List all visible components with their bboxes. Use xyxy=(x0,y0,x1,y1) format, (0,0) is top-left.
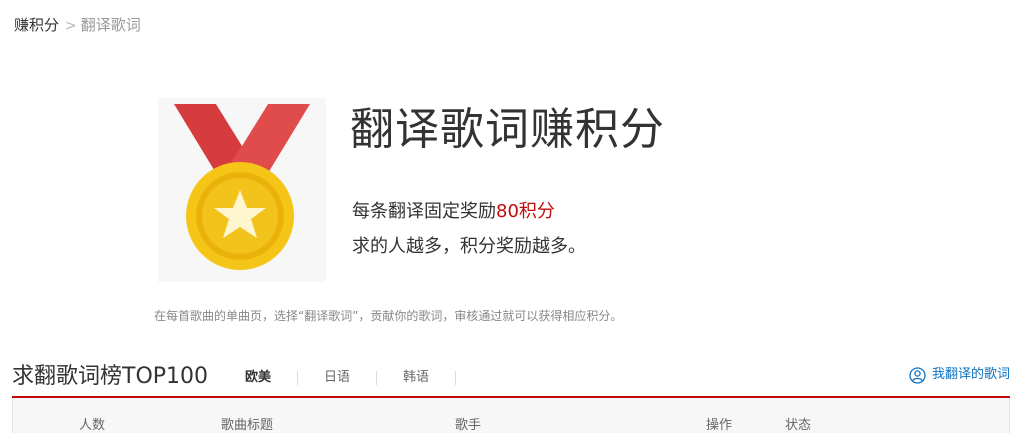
reward-description: 每条翻译固定奖励80积分 xyxy=(352,198,555,226)
medal-illustration xyxy=(158,98,326,282)
language-tabs: 欧美 日语 韩语 xyxy=(245,366,482,390)
column-status: 状态 xyxy=(785,418,812,433)
reward-rule: 求的人越多，积分奖励越多。 xyxy=(352,236,586,257)
breadcrumb-current-page: 翻译歌词 xyxy=(80,16,141,34)
hero-title: 翻译歌词赚积分 xyxy=(350,104,665,155)
tab-japanese[interactable]: 日语 xyxy=(324,366,350,390)
column-song-title: 歌曲标题 xyxy=(221,418,274,433)
gold-star-medal-icon xyxy=(174,104,310,270)
instruction-note: 在每首歌曲的单曲页，选择“翻译歌词”，贡献你的歌词，审核通过就可以获得相应积分。 xyxy=(154,309,623,323)
ranking-title: 求翻歌词榜TOP100 xyxy=(12,364,209,389)
my-translations-label: 我翻译的歌词 xyxy=(931,367,1010,382)
column-action: 操作 xyxy=(706,418,733,433)
column-artist: 歌手 xyxy=(455,418,482,433)
tab-divider xyxy=(455,371,457,385)
tab-divider xyxy=(297,371,299,385)
user-icon xyxy=(909,366,926,384)
breadcrumb-earn-points-link[interactable]: 赚积分 xyxy=(14,16,59,34)
reward-prefix: 每条翻译固定奖励 xyxy=(352,201,496,222)
reward-points: 80积分 xyxy=(496,201,555,222)
tab-korean[interactable]: 韩语 xyxy=(403,366,429,390)
tab-divider xyxy=(376,371,378,385)
column-count: 人数 xyxy=(79,418,106,433)
breadcrumb-separator: > xyxy=(65,18,77,34)
breadcrumb: 赚积分 > 翻译歌词 xyxy=(14,14,141,37)
my-translations-link[interactable]: 我翻译的歌词 xyxy=(909,364,1010,386)
tab-western[interactable]: 欧美 xyxy=(245,366,271,390)
table-header: 人数 歌曲标题 歌手 操作 状态 xyxy=(12,398,1010,433)
